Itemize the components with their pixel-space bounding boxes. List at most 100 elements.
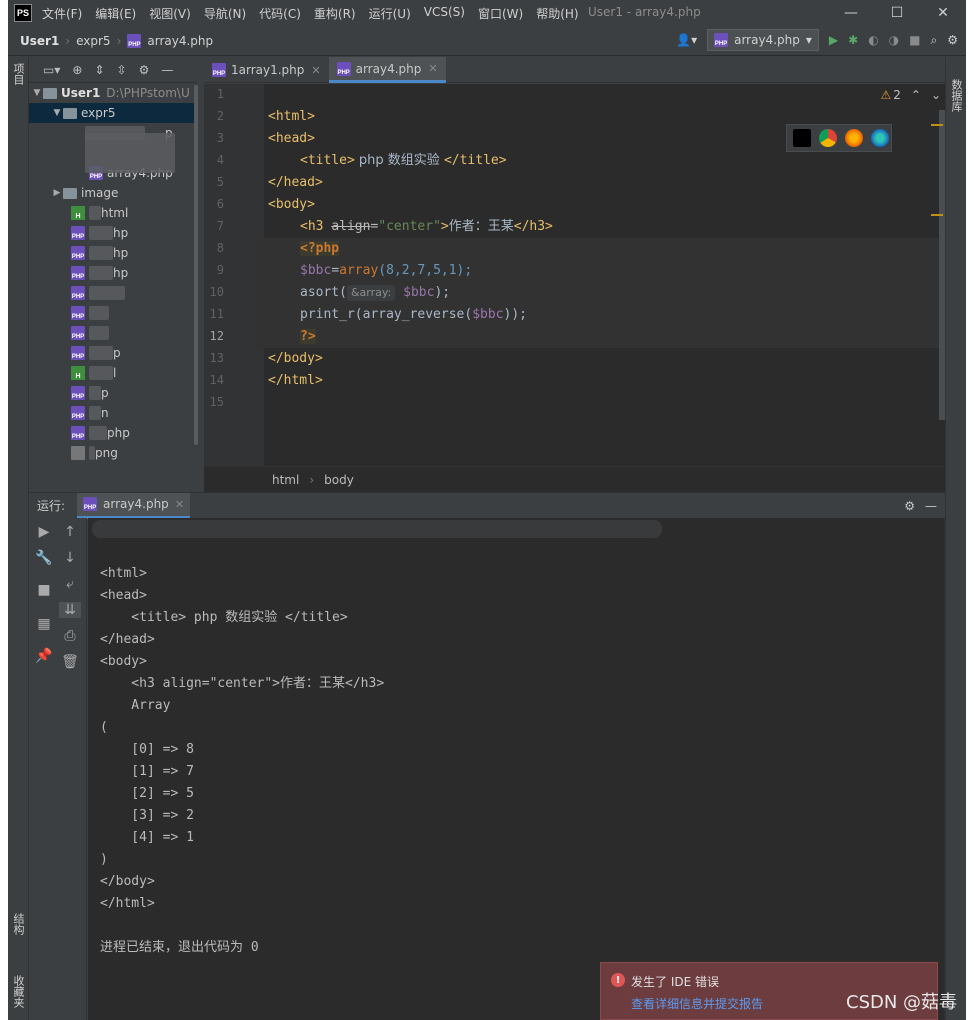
right-tool-strip: 数据库: [945, 57, 966, 1020]
hide-icon[interactable]: —: [925, 499, 937, 513]
layout-icon[interactable]: ▦: [33, 616, 55, 632]
list-item[interactable]: PHP php: [29, 423, 197, 443]
console-line: [1] => 7: [100, 764, 194, 779]
menu-edit[interactable]: 编辑(E): [95, 5, 136, 22]
list-item[interactable]: PHP hp: [29, 243, 197, 263]
run-tab[interactable]: PHP array4.php ✕: [77, 492, 191, 519]
menu-window[interactable]: 窗口(W): [478, 5, 523, 22]
phpstorm-browser-icon[interactable]: [793, 129, 811, 147]
firefox-icon[interactable]: [845, 129, 863, 147]
minimize-button[interactable]: —: [828, 0, 874, 26]
list-item[interactable]: PHP: [29, 283, 197, 303]
trash-icon[interactable]: 🗑: [59, 654, 81, 670]
scroll-to-end-icon[interactable]: ⇊: [59, 602, 81, 618]
gear-icon[interactable]: ⚙: [904, 499, 915, 513]
tree-root[interactable]: ▼ User1 D:\PHPstom\U: [29, 83, 197, 103]
close-icon[interactable]: ✕: [428, 62, 437, 75]
list-item[interactable]: PHP p: [29, 383, 197, 403]
list-item[interactable]: H l: [29, 363, 197, 383]
warning-stripe[interactable]: [931, 124, 943, 126]
project-toolbar: ▭▾ ⊕ ⇕ ⇳ ⚙ —: [29, 57, 197, 83]
settings-icon[interactable]: ⚙: [947, 33, 958, 47]
console-line: <head>: [100, 588, 147, 603]
chevron-up-icon[interactable]: ⌃: [911, 88, 921, 102]
close-icon[interactable]: ✕: [311, 64, 320, 77]
line-number: 15: [209, 395, 224, 409]
tab-1array1[interactable]: PHP 1array1.php ✕: [204, 57, 329, 83]
menu-navigate[interactable]: 导航(N): [204, 5, 246, 22]
project-panel: ▭▾ ⊕ ⇕ ⇳ ⚙ — ▼ User1 D:\PHPstom\U ▼ expr…: [29, 57, 197, 489]
favorites-tool-tab[interactable]: 收藏夹: [10, 975, 26, 1008]
project-view-icon[interactable]: ▭▾: [43, 63, 60, 77]
arrow-up-icon[interactable]: ↑: [59, 524, 81, 540]
menu-code[interactable]: 代码(C): [259, 5, 301, 22]
stop-icon[interactable]: ■: [909, 33, 920, 47]
php-file-icon: PHP: [83, 497, 98, 511]
editor-scrollbar[interactable]: [931, 110, 945, 420]
menu-file[interactable]: 文件(F): [42, 5, 82, 22]
nav-file[interactable]: array4.php: [147, 34, 213, 48]
nav-project[interactable]: User1: [20, 34, 59, 48]
chrome-icon[interactable]: [819, 129, 837, 147]
menu-view[interactable]: 视图(V): [149, 5, 191, 22]
print-icon[interactable]: ⎙: [59, 628, 81, 644]
list-item[interactable]: PHP hp: [29, 263, 197, 283]
list-item[interactable]: PHP: [29, 323, 197, 343]
tab-array4[interactable]: PHP array4.php ✕: [328, 57, 446, 83]
database-tool-tab[interactable]: 数据库: [948, 79, 964, 112]
breadcrumb-body[interactable]: body: [324, 473, 354, 487]
breadcrumb-html[interactable]: html: [272, 473, 299, 487]
locate-icon[interactable]: ⊕: [72, 63, 82, 77]
menu-refactor[interactable]: 重构(R): [314, 5, 356, 22]
arrow-down-icon[interactable]: ↓: [59, 550, 81, 566]
pin-icon[interactable]: 📌: [33, 648, 55, 664]
list-item[interactable]: PHP p: [29, 343, 197, 363]
tree-folder-expr5[interactable]: ▼ expr5: [29, 103, 197, 123]
run-icon[interactable]: ▶: [829, 33, 838, 47]
close-window-button[interactable]: ✕: [920, 0, 966, 26]
menu-run[interactable]: 运行(U): [369, 5, 411, 22]
run-console[interactable]: <html> <head> <title> php 数组实验 </title> …: [88, 518, 945, 1020]
project-scrollbar[interactable]: [194, 85, 198, 445]
code-line: print_r(array_reverse($bbc));: [300, 307, 527, 322]
structure-tool-tab[interactable]: 结构: [10, 913, 26, 935]
run-config-select[interactable]: PHP array4.php ▾: [707, 29, 819, 51]
tree-item-label: hp: [113, 226, 129, 240]
chevron-down-icon[interactable]: ⌄: [931, 88, 941, 102]
maximize-button[interactable]: ☐: [874, 0, 920, 26]
close-icon[interactable]: ✕: [175, 498, 184, 511]
blurred-item: [89, 266, 113, 280]
stop-icon[interactable]: ■: [33, 582, 55, 598]
console-line: </body>: [100, 874, 155, 889]
debug-icon[interactable]: ✱: [848, 33, 858, 47]
warning-stripe[interactable]: [931, 214, 943, 216]
nav-folder[interactable]: expr5: [76, 34, 110, 48]
tree-folder-image[interactable]: ▶ image: [29, 183, 197, 203]
list-item[interactable]: H html: [29, 203, 197, 223]
soft-wrap-icon[interactable]: ⤶: [59, 576, 81, 592]
list-item[interactable]: PHP: [29, 303, 197, 323]
coverage-icon[interactable]: ◐: [868, 33, 878, 47]
rerun-icon[interactable]: ▶: [33, 524, 55, 540]
code-editor[interactable]: 1 2 3 4 5 6 7 8 9 10 11 12 13 14 15 💡 <h…: [204, 84, 945, 466]
list-item[interactable]: PHP n: [29, 403, 197, 423]
menu-vcs[interactable]: VCS(S): [424, 5, 465, 22]
gear-icon[interactable]: ⚙: [139, 63, 150, 77]
expand-all-icon[interactable]: ⇕: [94, 63, 104, 77]
project-tool-tab[interactable]: 项目: [10, 63, 26, 85]
search-icon[interactable]: ⌕: [931, 33, 938, 48]
console-line: <title> php 数组实验 </title>: [100, 610, 348, 625]
user-icon[interactable]: 👤▾: [676, 33, 697, 47]
console-scrollbar[interactable]: [944, 518, 945, 1020]
tree-item-label: hp: [113, 246, 129, 260]
profile-icon[interactable]: ◑: [889, 33, 899, 47]
ide-error-report-link[interactable]: 查看详细信息并提交报告: [631, 995, 763, 1012]
edge-icon[interactable]: [871, 129, 889, 147]
inspection-widget[interactable]: ⚠ 2 ⌃ ⌄: [880, 88, 941, 102]
wrench-icon[interactable]: 🔧: [33, 550, 55, 566]
hide-icon[interactable]: —: [161, 63, 173, 77]
menu-help[interactable]: 帮助(H): [536, 5, 578, 22]
list-item[interactable]: PHP hp: [29, 223, 197, 243]
list-item[interactable]: png: [29, 443, 197, 463]
collapse-all-icon[interactable]: ⇳: [117, 63, 127, 77]
